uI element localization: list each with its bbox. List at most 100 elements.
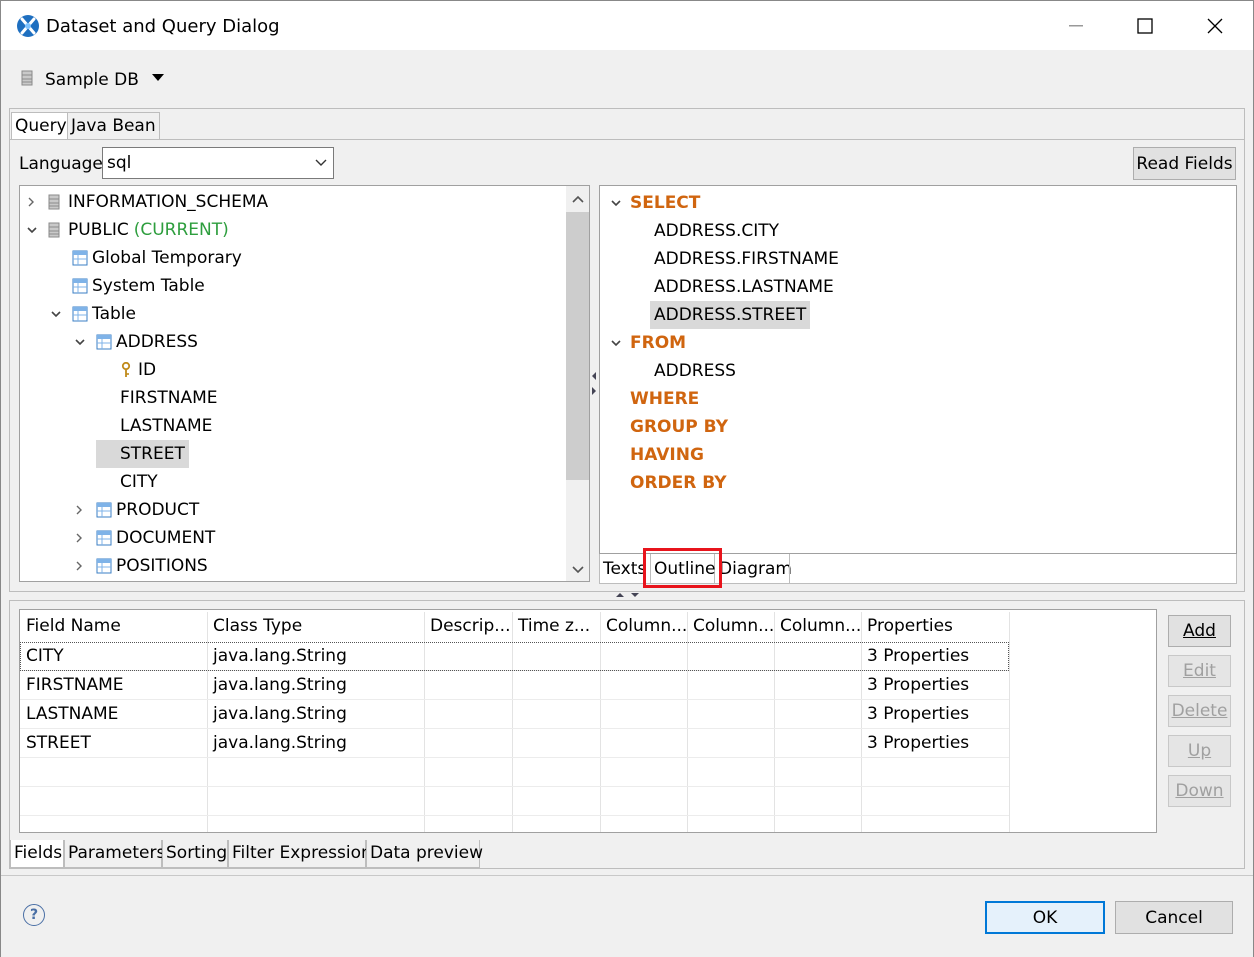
sql-item[interactable]: ADDRESS: [600, 357, 1230, 385]
tab-filter-expression[interactable]: Filter Expression: [228, 840, 372, 868]
up-button[interactable]: Up: [1168, 735, 1231, 767]
scroll-down-icon[interactable]: [572, 566, 584, 574]
tree-item[interactable]: PRODUCT: [20, 496, 566, 524]
sql-item[interactable]: ADDRESS.LASTNAME: [600, 273, 1230, 301]
sql-clause[interactable]: ORDER BY: [600, 469, 1230, 497]
chevron-down-icon: [315, 159, 327, 166]
sql-outline[interactable]: SELECT ADDRESS.CITY ADDRESS.FIRSTNAME ADDRE…: [599, 185, 1237, 554]
table-cell: FIRSTNAME: [26, 675, 124, 695]
tab-diagram[interactable]: Diagram: [719, 559, 792, 579]
tree-item[interactable]: System Table: [20, 272, 566, 300]
sash-vertical-icon[interactable]: [615, 592, 641, 598]
chevron-right-icon[interactable]: [74, 504, 84, 516]
sql-clause[interactable]: GROUP BY: [600, 413, 1230, 441]
chevron-down-icon[interactable]: [610, 338, 622, 348]
cancel-button[interactable]: Cancel: [1115, 901, 1233, 934]
chevron-down-icon[interactable]: [74, 337, 86, 347]
language-select[interactable]: sql: [102, 147, 334, 179]
tree-item-label: System Table: [92, 276, 205, 296]
column-header[interactable]: Column...: [774, 612, 861, 641]
datasource-dropdown-icon[interactable]: [152, 74, 164, 82]
sql-keyword: GROUP BY: [630, 417, 729, 437]
current-badge: (CURRENT): [133, 220, 229, 240]
tree-scroll-thumb[interactable]: [566, 212, 589, 480]
chevron-right-icon[interactable]: [74, 532, 84, 544]
chevron-down-icon[interactable]: [26, 225, 38, 235]
column-header[interactable]: Properties: [861, 612, 1009, 641]
sql-clause[interactable]: FROM: [600, 329, 1230, 357]
tab-sorting[interactable]: Sorting: [162, 840, 228, 868]
sql-clause[interactable]: HAVING: [600, 441, 1230, 469]
sql-keyword: ORDER BY: [630, 473, 727, 493]
tree-item[interactable]: ADDRESS: [20, 328, 566, 356]
tree-item[interactable]: PUBLIC (CURRENT): [20, 216, 566, 244]
sql-item-label: ADDRESS.STREET: [650, 301, 811, 329]
column-header[interactable]: Column...: [687, 612, 774, 641]
down-button[interactable]: Down: [1168, 775, 1231, 807]
edit-button[interactable]: Edit: [1168, 655, 1231, 687]
table-icon: [72, 278, 88, 294]
table-row[interactable]: FIRSTNAME java.lang.String 3 Properties: [20, 671, 1009, 700]
tree-item[interactable]: DOCUMENT: [20, 524, 566, 552]
datasource-name: Sample DB: [45, 70, 139, 90]
sql-clause[interactable]: WHERE: [600, 385, 1230, 413]
minimize-button[interactable]: [1053, 10, 1099, 42]
tree-item[interactable]: Global Temporary: [20, 244, 566, 272]
tree-item-label: STREET: [96, 440, 189, 468]
tab-query[interactable]: Query: [11, 112, 71, 140]
close-window-button[interactable]: [1192, 10, 1238, 42]
add-button[interactable]: Add: [1168, 615, 1231, 647]
table-cell: java.lang.String: [213, 733, 347, 753]
table-cell: 3 Properties: [867, 704, 970, 724]
tab-texts[interactable]: Texts: [603, 559, 646, 579]
tree-item[interactable]: FIRSTNAME: [20, 384, 566, 412]
help-icon[interactable]: ?: [23, 904, 45, 926]
tab-fields[interactable]: Fields: [10, 840, 64, 868]
sql-item[interactable]: ADDRESS.FIRSTNAME: [600, 245, 1230, 273]
tree-scrollbar[interactable]: [566, 186, 589, 581]
sql-item[interactable]: ADDRESS.CITY: [600, 217, 1230, 245]
row-separator: [20, 815, 1009, 816]
sql-clause[interactable]: SELECT: [600, 189, 1230, 217]
tree-item[interactable]: LASTNAME: [20, 412, 566, 440]
tab-data-preview[interactable]: Data preview: [366, 840, 483, 868]
column-header[interactable]: Field Name: [20, 612, 207, 641]
tree-item[interactable]: ID: [20, 356, 566, 384]
up-label: Up: [1187, 741, 1212, 761]
table-cell: LASTNAME: [26, 704, 119, 724]
column-header[interactable]: Class Type: [207, 612, 424, 641]
tree-item[interactable]: CITY: [20, 468, 566, 496]
column-header[interactable]: Descrip...: [424, 612, 512, 641]
table-cell: 3 Properties: [867, 675, 970, 695]
table-cell: [424, 642, 512, 671]
schema-tree[interactable]: INFORMATION_SCHEMA PUBLIC (CURRENT) Global …: [19, 185, 590, 582]
tree-item[interactable]: STREET: [20, 440, 566, 468]
tree-item-label: ADDRESS: [116, 332, 198, 352]
chevron-right-icon[interactable]: [26, 196, 36, 208]
read-fields-button[interactable]: Read Fields: [1133, 147, 1236, 180]
database-icon: [21, 70, 33, 86]
scroll-up-icon[interactable]: [572, 195, 584, 203]
sash-horizontal-icon[interactable]: [591, 371, 597, 397]
table-row[interactable]: STREET java.lang.String 3 Properties: [20, 729, 1009, 758]
table-icon: [96, 558, 112, 574]
tab-parameters[interactable]: Parameters: [64, 840, 165, 868]
tree-item-label: ID: [138, 360, 157, 380]
fields-table[interactable]: Field Name Class Type Descrip... Time z... C…: [19, 609, 1157, 833]
tree-item[interactable]: POSITIONS: [20, 552, 566, 580]
chevron-down-icon[interactable]: [50, 309, 62, 319]
tree-item-label: Table: [92, 304, 136, 324]
column-header[interactable]: Time z...: [512, 612, 600, 641]
table-row[interactable]: CITY java.lang.String 3 Properties: [20, 642, 1009, 671]
maximize-button[interactable]: [1122, 10, 1168, 42]
chevron-down-icon[interactable]: [610, 198, 622, 208]
tree-item[interactable]: Table: [20, 300, 566, 328]
tree-item[interactable]: INFORMATION_SCHEMA: [20, 188, 566, 216]
table-row[interactable]: LASTNAME java.lang.String 3 Properties: [20, 700, 1009, 729]
tab-java-bean[interactable]: Java Bean: [67, 112, 160, 140]
ok-button[interactable]: OK: [985, 901, 1105, 934]
chevron-right-icon[interactable]: [74, 560, 84, 572]
delete-button[interactable]: Delete: [1168, 695, 1231, 727]
sql-item[interactable]: ADDRESS.STREET: [600, 301, 1230, 329]
column-header[interactable]: Column...: [600, 612, 687, 641]
